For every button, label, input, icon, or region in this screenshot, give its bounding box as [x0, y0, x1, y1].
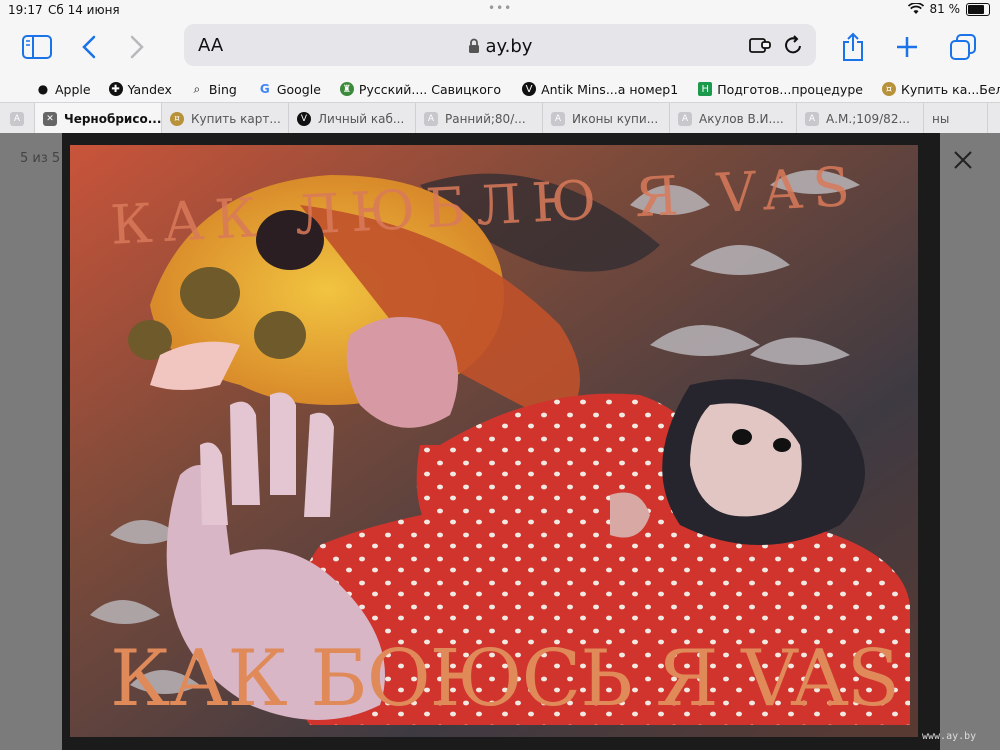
bookmarks-bar: ● Apple ✚ Yandex ⌕ Bing G Google ♜ Русский...… [0, 76, 1000, 102]
address-bar[interactable]: AA ay.by [184, 24, 816, 66]
battery-icon [966, 2, 990, 16]
back-icon[interactable] [72, 30, 106, 64]
painting-image[interactable]: КАК ЛЮБЛЮ Я VAS КАК БОЮСЬ Я VAS [70, 145, 918, 737]
tab-partial[interactable]: ны [924, 103, 988, 134]
forward-icon[interactable] [120, 30, 154, 64]
tab-kupit-kart[interactable]: ¤ Купить карт... [162, 103, 289, 134]
tab-ikony[interactable]: A Иконы купи... [543, 103, 670, 134]
a-icon: A [551, 111, 565, 126]
status-date: Сб 14 июня [48, 3, 120, 17]
bookmark-antik[interactable]: V Antik Mins...а номер1 [522, 82, 678, 97]
bing-icon: ⌕ [193, 81, 201, 96]
battery-percent: 81 % [929, 2, 961, 16]
browser-toolbar: AA ay.by [0, 20, 1000, 76]
new-tab-icon[interactable] [890, 30, 924, 64]
coin-icon: ¤ [881, 82, 896, 96]
bookmark-podgotov[interactable]: H Подготов...процедуре [698, 82, 863, 97]
url-text: ay.by [485, 36, 533, 57]
share-icon[interactable] [836, 30, 870, 64]
image-viewer-overlay: 5 из 5 КАК ЛЮБЛЮ Я VAS КАК БОЮСЬ Я VAS w… [0, 133, 1000, 750]
h-icon: H [698, 82, 713, 96]
image-counter: 5 из 5 [20, 151, 61, 166]
tab-lichny-kab[interactable]: V Личный каб... [289, 103, 416, 134]
reload-icon[interactable] [784, 34, 804, 56]
coin-icon: ¤ [170, 111, 184, 126]
status-time: 19:17 [8, 3, 43, 17]
wifi-icon [907, 3, 924, 14]
multitask-dots-icon[interactable]: ••• [488, 1, 512, 15]
bookmark-kupit[interactable]: ¤Купить ка...Беларуси [881, 82, 1000, 97]
bookmark-yandex[interactable]: ✚ Yandex [108, 82, 172, 97]
a-icon: A [805, 111, 819, 126]
google-icon: G [259, 82, 270, 96]
sidebar-toggle-icon[interactable] [20, 30, 54, 64]
antik-icon: V [522, 82, 537, 96]
bookmark-bing[interactable]: ⌕ Bing [190, 82, 237, 97]
apple-icon: ● [37, 82, 49, 96]
a-icon: A [10, 111, 24, 126]
a-icon: A [424, 111, 438, 126]
painting-frame: КАК ЛЮБЛЮ Я VAS КАК БОЮСЬ Я VAS www.ay.b… [62, 133, 976, 750]
close-viewer-icon[interactable] [952, 149, 974, 171]
a-icon: A [678, 111, 692, 126]
watermark-text: www.ay.by [922, 731, 977, 742]
tabs-overview-icon[interactable] [946, 30, 980, 64]
yandex-icon: ✚ [108, 82, 123, 96]
extensions-icon[interactable] [748, 34, 772, 56]
tab-bar: A ✕ Чернобрисо... ¤ Купить карт... V Личный… [0, 102, 1000, 134]
antik-icon: V [297, 111, 311, 126]
bookmark-apple[interactable]: ● Apple [36, 82, 91, 97]
status-bar: 19:17 Сб 14 июня ••• 81 % [0, 0, 1000, 20]
tab-ranniy[interactable]: A Ранний;80/... [416, 103, 543, 134]
bookmark-google[interactable]: G Google [258, 82, 321, 97]
lock-icon [468, 38, 479, 53]
painting-text-bottom: КАК БОЮСЬ Я VAS [110, 634, 900, 724]
tab-am[interactable]: A А.М.;109/82... [797, 103, 924, 134]
close-tab-icon[interactable]: ✕ [43, 111, 57, 126]
tab-a[interactable]: A [0, 103, 35, 134]
tab-chernobriso[interactable]: ✕ Чернобрисо... [35, 103, 162, 134]
museum-icon: ♜ [339, 82, 354, 96]
bookmark-savitsky[interactable]: ♜ Русский.... Савицкого [339, 82, 501, 97]
tab-akulov[interactable]: A Акулов В.И.... [670, 103, 797, 134]
